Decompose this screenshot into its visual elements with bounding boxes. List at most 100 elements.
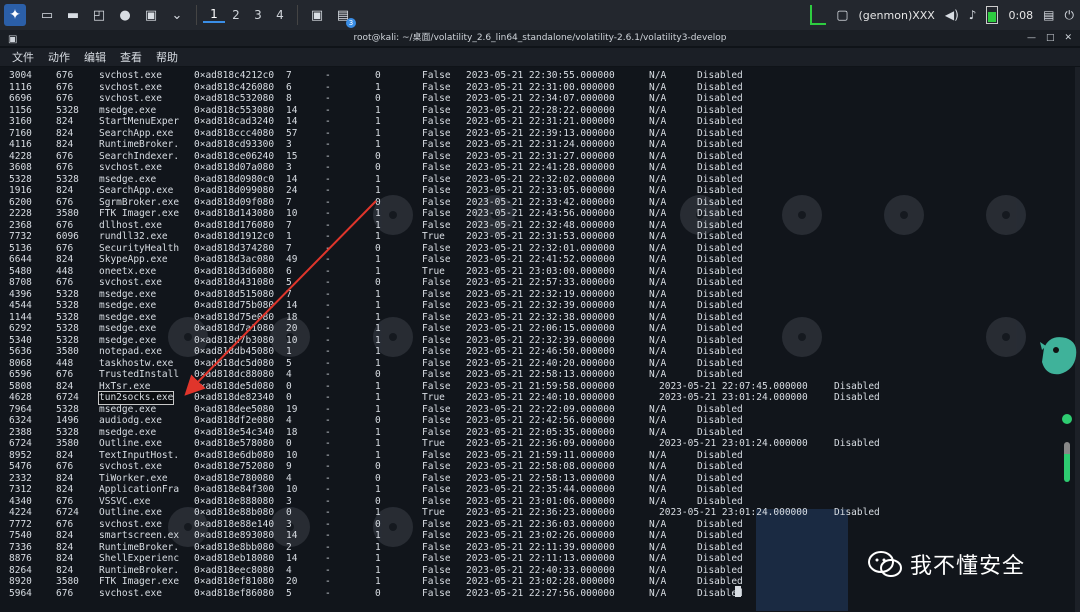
process-name-cell: msedge.exe xyxy=(99,288,157,300)
wow64-cell: False xyxy=(422,380,451,392)
wow64-cell: False xyxy=(422,311,451,323)
exit-time-cell: 2023-05-21 23:01:24.000000 xyxy=(659,507,808,518)
offset-cell: 0×ad818d176080 xyxy=(194,219,275,231)
pid-cell: 8708 xyxy=(9,277,32,288)
window-group-icon[interactable]: ▤ 3 xyxy=(334,6,356,28)
create-time-cell: 2023-05-21 22:33:42.000000 xyxy=(466,196,615,208)
maximize-icon[interactable]: □ xyxy=(1046,30,1055,46)
wow64-cell: False xyxy=(422,587,451,599)
offset-cell: 0×ad818ef81080 xyxy=(194,576,275,587)
handles-cell: - xyxy=(325,541,331,553)
session-cell: 1 xyxy=(375,426,381,438)
wow64-cell: False xyxy=(422,254,451,265)
ppid-cell: 5328 xyxy=(56,173,79,185)
process-name-cell: TrustedInstall xyxy=(99,369,180,380)
session-cell: 0 xyxy=(375,277,381,288)
desktop-icon[interactable]: ▭ xyxy=(38,6,56,24)
create-time-cell: 2023-05-21 23:02:26.000000 xyxy=(466,530,615,541)
exit-time-cell: 2023-05-21 22:07:45.000000 xyxy=(659,380,808,392)
exit-time-cell: N/A xyxy=(649,530,667,541)
lock-icon[interactable]: ▤ xyxy=(1043,8,1054,22)
file-output-cell: Disabled xyxy=(697,541,743,553)
session-cell: 0 xyxy=(375,369,381,380)
ppid-cell: 5328 xyxy=(56,426,79,438)
exit-time-cell: N/A xyxy=(649,311,667,323)
ppid-cell: 676 xyxy=(56,242,74,254)
display-icon[interactable]: ▢ xyxy=(836,8,848,23)
session-cell: 0 xyxy=(375,495,381,507)
offset-cell: 0×ad818d3d6080 xyxy=(194,265,275,277)
create-time-cell: 2023-05-21 22:35:44.000000 xyxy=(466,484,615,495)
volume-icon[interactable]: ◀) xyxy=(945,8,959,22)
pid-cell: 5964 xyxy=(9,587,32,599)
exit-time-cell: N/A xyxy=(649,300,667,311)
menu-action[interactable]: 动作 xyxy=(48,49,70,65)
pid-cell: 5808 xyxy=(9,380,32,392)
process-name-cell: HxTsr.exe xyxy=(99,380,151,392)
process-name-cell: ApplicationFra xyxy=(99,484,180,495)
window-title: root@kali: ~/桌面/volatility_2.6_lin64_sta… xyxy=(353,33,727,43)
pid-cell: 2332 xyxy=(9,472,32,484)
pid-cell: 4116 xyxy=(9,139,32,150)
offset-cell: 0×ad818d75b080 xyxy=(194,300,275,311)
power-icon[interactable]: ⏻ xyxy=(1065,8,1075,23)
menu-edit[interactable]: 编辑 xyxy=(84,49,106,65)
threads-cell: 57 xyxy=(286,127,298,139)
text-editor-icon[interactable]: ◰ xyxy=(90,6,108,24)
pid-cell: 5328 xyxy=(9,173,32,185)
file-manager-icon[interactable]: ▬ xyxy=(64,6,82,24)
battery-icon[interactable] xyxy=(986,6,999,24)
clock[interactable]: 0:08 xyxy=(1008,9,1033,22)
menu-view[interactable]: 查看 xyxy=(120,49,142,65)
offset-cell: 0×ad818d099080 xyxy=(194,185,275,196)
exit-time-cell: N/A xyxy=(649,415,667,426)
terminal-launcher-icon[interactable]: ▣ xyxy=(142,6,160,24)
offset-cell: 0×ad818db45080 xyxy=(194,346,275,357)
create-time-cell: 2023-05-21 22:32:38.000000 xyxy=(466,311,615,323)
offset-cell: 0×ad818e6db080 xyxy=(194,449,275,461)
chevron-down-icon[interactable]: ⌄ xyxy=(168,6,186,24)
menu-file[interactable]: 文件 xyxy=(12,49,34,65)
window-titlebar[interactable]: ▣ root@kali: ~/桌面/volatility_2.6_lin64_s… xyxy=(0,30,1080,46)
offset-cell: 0×ad818cad3240 xyxy=(194,116,275,127)
minimize-icon[interactable]: — xyxy=(1027,30,1036,46)
terminal-output[interactable]: 3004 676 svchost.exe 0×ad818c4212c0 7-0 False… xyxy=(0,67,1075,612)
workspace-1[interactable]: 1 xyxy=(203,7,225,23)
terminal-window-icon[interactable]: ▣ xyxy=(308,6,326,24)
threads-cell: 9 xyxy=(286,461,292,472)
firefox-icon[interactable]: ● xyxy=(116,6,134,24)
threads-cell: 4 xyxy=(286,415,292,426)
file-output-cell: Disabled xyxy=(697,208,743,219)
threads-cell: 0 xyxy=(286,438,292,449)
workspace-4[interactable]: 4 xyxy=(269,8,291,22)
panel-separator xyxy=(196,5,197,25)
process-name-cell: SearchIndexer. xyxy=(99,150,180,162)
workspace-2[interactable]: 2 xyxy=(225,8,247,22)
close-icon[interactable]: ✕ xyxy=(1064,30,1072,46)
ppid-cell: 824 xyxy=(56,530,74,541)
kali-menu-icon[interactable]: ✦ xyxy=(4,4,26,26)
side-widget xyxy=(1062,414,1072,482)
wow64-cell: True xyxy=(422,265,445,277)
ppid-cell: 6096 xyxy=(56,231,79,242)
threads-cell: 18 xyxy=(286,426,298,438)
file-output-cell: Disabled xyxy=(834,392,880,403)
file-output-cell: Disabled xyxy=(697,369,743,380)
session-cell: 0 xyxy=(375,196,381,208)
process-name-cell: oneetx.exe xyxy=(99,265,157,277)
wow64-cell: False xyxy=(422,564,451,576)
create-time-cell: 2023-05-21 23:02:28.000000 xyxy=(466,576,615,587)
menu-help[interactable]: 帮助 xyxy=(156,49,178,65)
wow64-cell: False xyxy=(422,553,451,564)
file-output-cell: Disabled xyxy=(697,323,743,334)
threads-cell: 5 xyxy=(286,587,292,599)
file-output-cell: Disabled xyxy=(834,438,880,449)
threads-cell: 10 xyxy=(286,449,298,461)
workspace-3[interactable]: 3 xyxy=(247,8,269,22)
create-time-cell: 2023-05-21 22:34:07.000000 xyxy=(466,93,615,104)
offset-cell: 0×ad818d0980c0 xyxy=(194,173,275,185)
ppid-cell: 676 xyxy=(56,277,74,288)
threads-cell: 14 xyxy=(286,553,298,564)
notification-bell-icon[interactable]: ♪ xyxy=(969,8,977,22)
wow64-cell: False xyxy=(422,323,451,334)
